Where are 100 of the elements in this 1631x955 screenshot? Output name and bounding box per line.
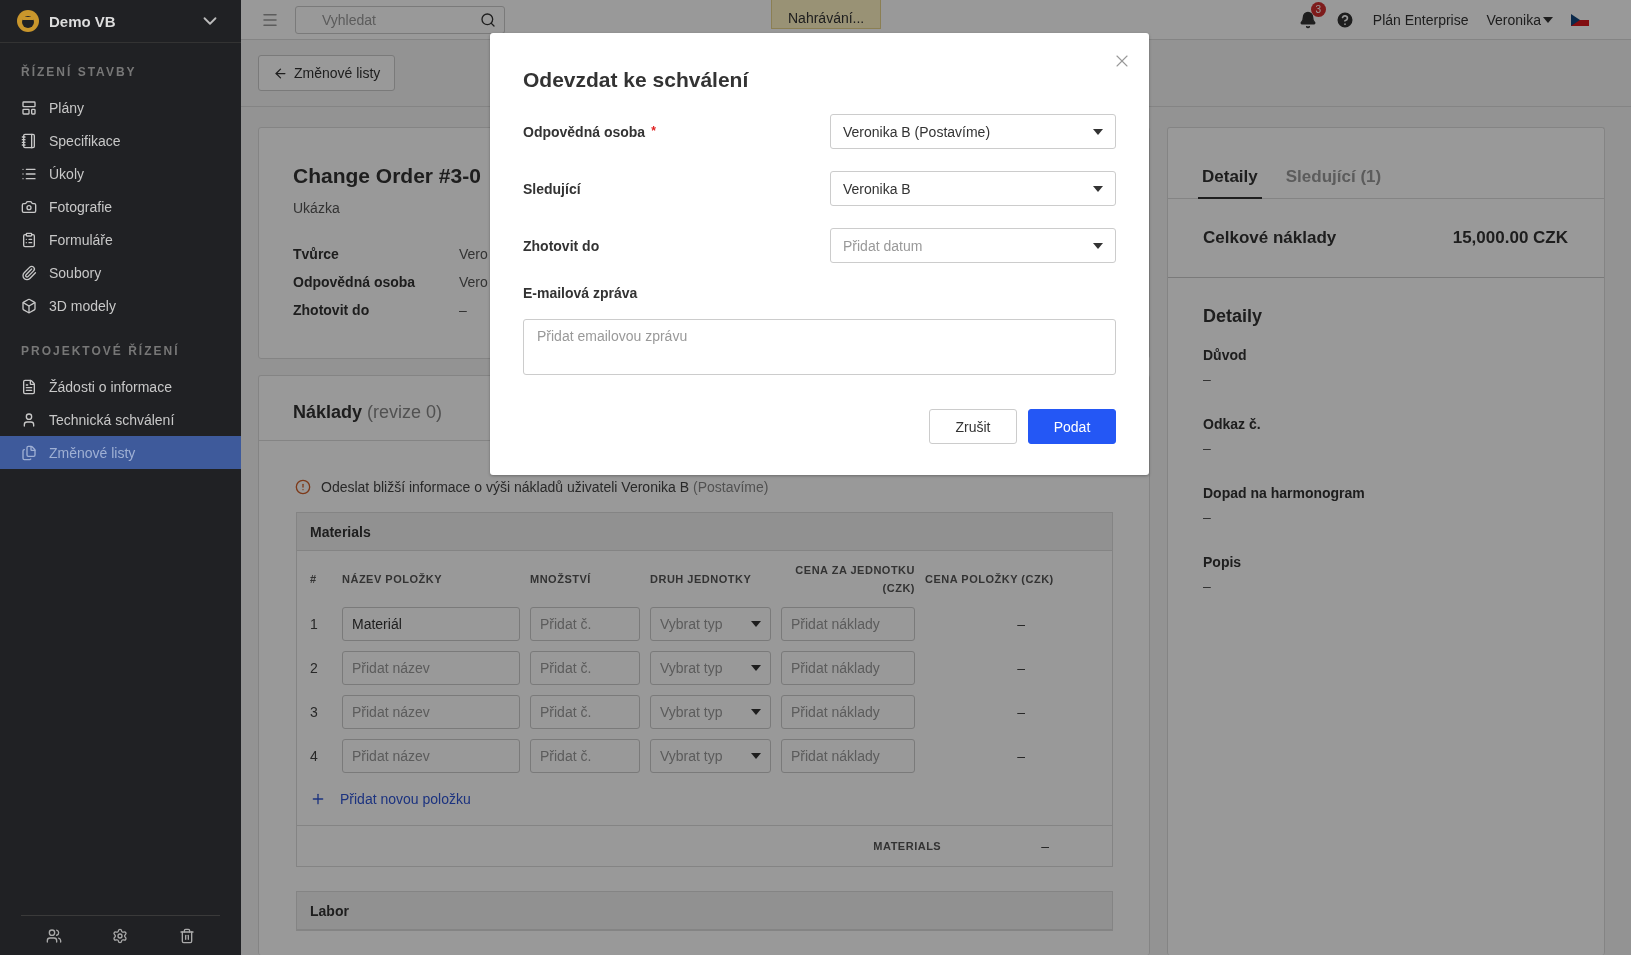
sidebar-item[interactable]: Změnové listy <box>0 436 241 469</box>
users-icon[interactable] <box>46 927 63 944</box>
settings-icon[interactable] <box>112 927 129 944</box>
notebook-icon <box>21 132 37 149</box>
item-total: – <box>1016 748 1026 764</box>
field-value: Vero <box>459 246 488 262</box>
dropdown-field[interactable]: Veronika B (Postavíme) <box>830 114 1116 149</box>
sidebar-item[interactable]: Technická schválení <box>0 403 241 436</box>
alert-icon <box>295 479 311 495</box>
flag-icon[interactable] <box>1571 13 1589 26</box>
name-field[interactable]: Přidat název <box>342 695 520 729</box>
row-number: 4 <box>310 748 319 764</box>
cost-field[interactable]: Přidat náklady <box>781 695 915 729</box>
person-icon <box>21 411 37 428</box>
search-icon <box>480 11 496 28</box>
quantity-field[interactable]: Přidat č. <box>530 739 640 773</box>
plus-icon[interactable] <box>310 791 326 807</box>
sidebar-item[interactable]: Úkoly <box>0 157 241 190</box>
field-label: Dopad na harmonogram <box>1203 485 1366 501</box>
field-label: Odkaz č. <box>1203 416 1262 432</box>
change-order-title: Change Order #3-0 <box>293 164 481 188</box>
trash-icon[interactable] <box>178 927 195 944</box>
details-heading: Detaily <box>1203 306 1264 327</box>
notice-text: Odeslat bližší informace o výši nákladů uživateli Veronika B (Postavíme) <box>321 479 769 495</box>
camera-icon <box>21 198 37 215</box>
quantity-field[interactable]: Přidat č. <box>530 651 640 685</box>
caret-icon <box>1543 16 1553 23</box>
field-label: Popis <box>1203 554 1243 570</box>
back-button[interactable]: Změnové listy <box>258 55 396 91</box>
documents-icon <box>21 444 37 461</box>
caret-icon <box>1093 128 1103 135</box>
column-header: CENA POLOŽKY (CZK) <box>925 572 1055 587</box>
row-number: 2 <box>310 660 319 676</box>
cancel-button[interactable]: Zrušit <box>929 409 1017 444</box>
caret-icon <box>751 709 761 715</box>
field-label: Sledující <box>523 180 581 197</box>
clipboard-icon <box>21 231 37 248</box>
dropdown-field[interactable]: Veronika B <box>830 171 1116 206</box>
field-value: – <box>1203 440 1212 456</box>
floor-plan-icon <box>21 99 37 116</box>
revision-label: (revize 0) <box>367 401 443 423</box>
dialog-title: Odevzdat ke schválení <box>523 68 750 92</box>
field-value: – <box>1203 578 1212 594</box>
column-header: DRUH JEDNOTKY <box>650 572 753 587</box>
sidebar-item[interactable]: Specifikace <box>0 124 241 157</box>
plan-link[interactable]: Plán Enterprise <box>1372 11 1469 28</box>
sidebar-item[interactable]: Žádosti o informace <box>0 370 241 403</box>
column-header: NÁZEV POLOŽKY <box>342 572 443 587</box>
quantity-field[interactable]: Přidat č. <box>530 607 640 641</box>
name-field[interactable]: Přidat název <box>342 739 520 773</box>
item-total: – <box>1016 704 1026 720</box>
costs-title: Náklady <box>293 401 363 423</box>
cost-field[interactable]: Přidat náklady <box>781 607 915 641</box>
subtotal-label: MATERIALS <box>873 840 942 852</box>
sidebar-item[interactable]: 3D modely <box>0 289 241 322</box>
row-number: 1 <box>310 616 319 632</box>
field-value: – <box>1203 509 1212 525</box>
subtitle: Ukázka <box>293 200 341 216</box>
subtotal-value: – <box>1041 838 1049 854</box>
field-label: Odpovědná osoba * <box>523 123 656 140</box>
caret-icon <box>1093 242 1103 249</box>
cost-field[interactable]: Přidat náklady <box>781 739 915 773</box>
quantity-field[interactable]: Přidat č. <box>530 695 640 729</box>
total-value: 15,000.00 CZK <box>1452 228 1568 248</box>
field-label: E-mailová zpráva <box>523 285 639 301</box>
field-label: Zhotovit do <box>523 237 600 254</box>
section-heading: PROJEKTOVÉ ŘÍZENÍ <box>20 342 181 360</box>
caret-icon <box>1093 185 1103 192</box>
help-icon[interactable] <box>1334 9 1355 30</box>
name-field[interactable]: Přidat název <box>342 651 520 685</box>
sidebar-item[interactable]: Soubory <box>0 256 241 289</box>
sidebar-item[interactable]: Fotografie <box>0 190 241 223</box>
total-label: Celkové náklady <box>1203 228 1337 248</box>
section-heading: ŘÍZENÍ STAVBY <box>20 63 138 81</box>
message-field[interactable]: Přidat emailovou zprávu <box>523 319 1116 375</box>
row-number: 3 <box>310 704 319 720</box>
paperclip-icon <box>21 264 37 281</box>
item-total: – <box>1016 616 1026 632</box>
logo-icon <box>17 10 39 32</box>
caret-icon <box>751 665 761 671</box>
add-item-link[interactable]: Přidat novou položku <box>340 791 471 807</box>
name-field[interactable]: Materiál <box>342 607 520 641</box>
field-value: Vero <box>459 274 488 290</box>
sidebar-item[interactable]: Plány <box>0 91 241 124</box>
submit-button[interactable]: Podat <box>1028 409 1116 444</box>
field-label: Odpovědná osoba <box>293 274 417 290</box>
caret-icon <box>751 753 761 759</box>
field-label: Důvod <box>1203 347 1248 363</box>
document-icon <box>21 378 37 395</box>
sidebar-item[interactable]: Formuláře <box>0 223 241 256</box>
field-value: – <box>459 302 467 318</box>
user-menu[interactable]: Veronika <box>1486 11 1553 28</box>
field-label: Tvůrce <box>293 246 340 262</box>
bell-icon[interactable] <box>1298 10 1317 29</box>
tab[interactable]: Detaily <box>1198 163 1262 199</box>
column-header: # <box>310 572 318 587</box>
upload-status: Nahrávání... <box>771 0 882 29</box>
section-title: Materials <box>297 513 1112 551</box>
cost-field[interactable]: Přidat náklady <box>781 651 915 685</box>
column-header: CENA ZA JEDNOTKU (CZK) <box>794 563 915 596</box>
